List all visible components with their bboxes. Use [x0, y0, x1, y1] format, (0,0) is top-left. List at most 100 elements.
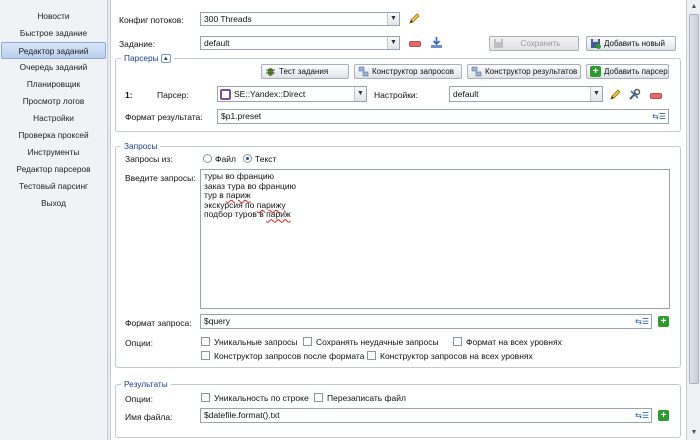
builder-after-format-label: Конструктор запросов после формата	[214, 351, 365, 361]
query-builder-button[interactable]: Конструктор запросов	[354, 64, 462, 79]
vertical-scrollbar[interactable]: ▲ ▼	[686, 0, 700, 440]
source-text-label: Текст	[255, 154, 277, 164]
queries-textarea[interactable]: туры во францию заказ тура во францию ту…	[200, 169, 670, 309]
sidebar: Новости Быстрое задание Редактор заданий Оч…	[0, 0, 108, 440]
parser-settings-value: default	[453, 89, 479, 99]
source-file-label: Файл	[215, 154, 236, 164]
download-task-button[interactable]	[429, 35, 444, 50]
query-format-input[interactable]: $query ⇆☰	[200, 314, 652, 329]
threads-config-value: 300 Threads	[204, 14, 252, 24]
scroll-up-icon[interactable]: ▲	[689, 2, 699, 12]
sidebar-item[interactable]: Инструменты	[1, 144, 106, 161]
expand-editor-icon[interactable]: ⇆☰	[652, 111, 666, 123]
add-parser-button[interactable]: + Добавить парсер	[586, 64, 669, 79]
query-format-value: $query	[204, 316, 230, 326]
add-query-format-button[interactable]: +	[656, 314, 671, 329]
download-icon	[431, 37, 442, 48]
parser-label: Парсер:	[157, 90, 189, 100]
unique-line-checkbox[interactable]	[201, 393, 210, 402]
sidebar-item[interactable]: Планировщик	[1, 76, 106, 93]
scroll-down-icon[interactable]: ▼	[689, 428, 699, 438]
add-filename-button[interactable]: +	[656, 408, 671, 423]
sidebar-item[interactable]: Проверка проксей	[1, 127, 106, 144]
sidebar-item[interactable]: Тестовый парсинг	[1, 178, 106, 195]
sidebar-item[interactable]: Просмотр логов	[1, 93, 106, 110]
yandex-icon	[220, 89, 231, 100]
remove-parser-button[interactable]	[648, 88, 663, 103]
expand-editor-icon[interactable]: ⇆☰	[635, 410, 649, 422]
sidebar-item[interactable]: Очередь заданий	[1, 59, 106, 76]
result-format-input[interactable]: $p1.preset ⇆☰	[217, 109, 669, 124]
sidebar-item[interactable]: Редактор заданий	[1, 42, 106, 59]
parser-value: SE::Yandex::Direct	[234, 89, 306, 99]
scroll-thumb[interactable]	[689, 14, 699, 384]
test-task-button[interactable]: Тест задания	[261, 64, 349, 79]
query-line: подбор туров в париж	[204, 209, 291, 220]
edit-settings-button[interactable]	[608, 87, 623, 102]
bug-icon	[266, 68, 275, 76]
chevron-down-icon: ▼	[590, 87, 602, 101]
results-options-label: Опции:	[125, 394, 153, 404]
chevron-down-icon: ▼	[387, 13, 399, 25]
minus-icon	[649, 92, 662, 99]
query-format-label: Формат запроса:	[125, 318, 192, 328]
result-builder-button[interactable]: Конструктор результатов	[467, 64, 581, 79]
filename-input[interactable]: $datefile.format().txt ⇆☰	[200, 408, 652, 423]
add-new-task-button[interactable]: Добавить новый	[586, 36, 676, 51]
queries-source-label: Запросы из:	[125, 154, 173, 164]
format-all-levels-checkbox[interactable]	[453, 337, 462, 346]
parsers-legend: Парсеры ▲	[121, 52, 174, 64]
unique-queries-checkbox[interactable]	[201, 337, 210, 346]
test-task-label: Тест задания	[279, 67, 329, 76]
builder-all-levels-checkbox[interactable]	[367, 351, 376, 360]
results-legend: Результаты	[121, 378, 171, 390]
save-failed-checkbox[interactable]	[303, 337, 312, 346]
delete-task-button[interactable]	[407, 36, 422, 51]
collapse-icon[interactable]: ▲	[160, 54, 171, 64]
sidebar-item[interactable]: Выход	[1, 195, 106, 212]
plus-icon: +	[658, 316, 669, 327]
save-add-icon	[591, 39, 601, 49]
sidebar-item[interactable]: Новости	[1, 8, 106, 25]
misspelled-word: париж	[266, 209, 291, 220]
plus-icon: +	[658, 410, 669, 421]
unique-queries-label: Уникальные запросы	[214, 337, 298, 347]
query-options-label: Опции:	[125, 338, 153, 348]
sidebar-nav: Новости Быстрое задание Редактор заданий Оч…	[0, 8, 107, 212]
threads-config-select[interactable]: 300 Threads ▼	[200, 12, 400, 26]
tools-icon	[629, 88, 641, 100]
pencil-icon	[409, 13, 420, 24]
queries-legend: Запросы	[121, 140, 161, 152]
edit-threads-button[interactable]	[407, 11, 422, 26]
filename-label: Имя файла:	[125, 412, 173, 422]
plus-icon: +	[590, 66, 601, 77]
parsers-legend-text: Парсеры	[124, 53, 159, 63]
sidebar-item[interactable]: Настройки	[1, 110, 106, 127]
expand-editor-icon[interactable]: ⇆☰	[635, 316, 649, 328]
parser-row-index: 1:	[125, 90, 133, 100]
save-button-label: Сохранить	[520, 39, 561, 48]
filename-value: $datefile.format().txt	[204, 410, 280, 420]
result-builder-label: Конструктор результатов	[485, 67, 578, 76]
overwrite-file-label: Перезаписать файл	[327, 393, 406, 403]
parser-tools-button[interactable]	[627, 87, 642, 102]
result-format-label: Формат результата:	[125, 112, 203, 122]
save-failed-label: Сохранять неудачные запросы	[316, 337, 439, 347]
sidebar-item[interactable]: Быстрое задание	[1, 25, 106, 42]
enter-queries-label: Введите запросы:	[125, 173, 196, 183]
threads-config-label: Конфиг потоков:	[119, 15, 184, 25]
save-button[interactable]: Сохранить	[489, 36, 579, 51]
task-select[interactable]: default ▼	[200, 36, 400, 50]
sidebar-item[interactable]: Редактор парсеров	[1, 161, 106, 178]
parser-settings-select[interactable]: default ▼	[449, 86, 603, 102]
chevron-down-icon: ▼	[354, 87, 366, 101]
source-file-radio[interactable]	[203, 154, 212, 163]
source-text-radio[interactable]	[243, 154, 252, 163]
settings-label: Настройки:	[374, 90, 419, 100]
misspelled-word: париж	[226, 190, 251, 201]
builder-icon	[358, 66, 369, 77]
builder-after-format-checkbox[interactable]	[201, 351, 210, 360]
chevron-down-icon: ▼	[387, 37, 399, 49]
overwrite-file-checkbox[interactable]	[314, 393, 323, 402]
parser-select[interactable]: SE::Yandex::Direct ▼	[217, 86, 367, 102]
